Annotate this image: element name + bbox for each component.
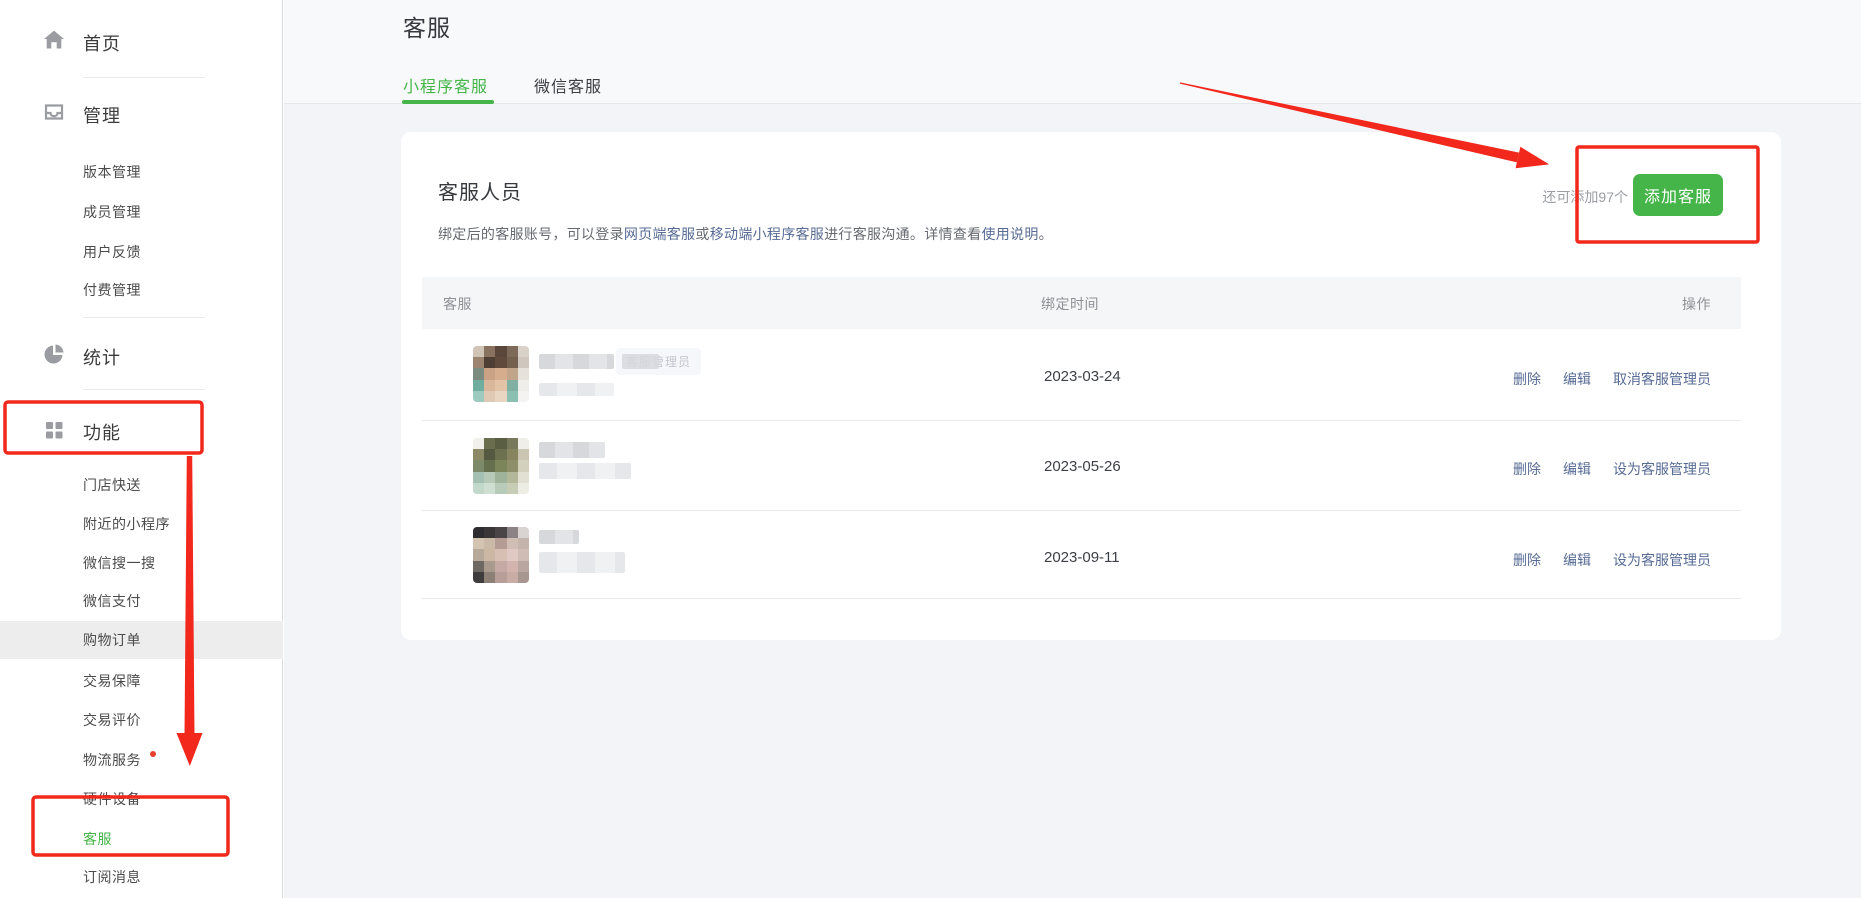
avatar — [473, 438, 529, 494]
redacted-subtext — [539, 383, 614, 396]
redacted-subtext — [539, 552, 625, 573]
delete-link[interactable]: 删除 — [1513, 550, 1541, 570]
tab-miniprogram-service[interactable]: 小程序客服 — [403, 73, 488, 97]
sidebar-item-subscribe-message[interactable]: 订阅消息 — [83, 867, 141, 887]
sidebar-item-shopping-orders[interactable]: 购物订单 — [83, 630, 141, 650]
avatar — [473, 527, 529, 583]
sidebar-item-logistics[interactable]: 物流服务 — [83, 750, 141, 770]
bind-date: 2023-09-11 — [1044, 549, 1120, 566]
row-actions: 删除 编辑 取消客服管理员 — [1513, 369, 1711, 389]
sidebar-item-stats[interactable]: 统计 — [83, 344, 121, 370]
column-header-actions: 操作 — [1682, 294, 1711, 314]
divider — [83, 77, 205, 78]
admin-badge: 客服管理员 — [616, 348, 701, 375]
redacted-name — [539, 530, 579, 544]
sidebar-item-version[interactable]: 版本管理 — [83, 162, 141, 182]
page-title: 客服 — [403, 9, 451, 43]
web-service-link[interactable]: 网页端客服 — [624, 226, 696, 242]
sidebar-highlight-band — [0, 621, 283, 659]
sidebar-item-trade-guarantee[interactable]: 交易保障 — [83, 671, 141, 691]
desc-text: 或 — [695, 226, 709, 242]
mobile-miniprogram-service-link[interactable]: 移动端小程序客服 — [710, 226, 824, 242]
active-tab-underline — [402, 100, 494, 104]
sidebar-item-members[interactable]: 成员管理 — [83, 202, 141, 222]
main-content: 客服 小程序客服 微信客服 客服人员 绑定后的客服账号，可以登录网页端客服或移动… — [284, 0, 1861, 898]
cancel-admin-link[interactable]: 取消客服管理员 — [1613, 369, 1711, 389]
bind-date: 2023-03-24 — [1044, 368, 1121, 385]
divider — [83, 317, 205, 318]
home-icon — [42, 28, 66, 52]
sidebar-item-store-delivery[interactable]: 门店快送 — [83, 475, 141, 495]
add-customer-service-button[interactable]: 添加客服 — [1633, 174, 1723, 216]
sidebar-item-customer-service[interactable]: 客服 — [83, 829, 112, 849]
row-separator — [422, 598, 1741, 599]
inbox-icon — [42, 100, 66, 124]
sidebar-item-trade-review[interactable]: 交易评价 — [83, 710, 141, 730]
page-header: 客服 小程序客服 微信客服 — [284, 0, 1861, 104]
divider — [83, 389, 205, 390]
redacted-subtext — [539, 463, 631, 479]
usage-instructions-link[interactable]: 使用说明 — [981, 226, 1038, 242]
delete-link[interactable]: 删除 — [1513, 369, 1541, 389]
edit-link[interactable]: 编辑 — [1563, 550, 1591, 570]
remaining-quota-text: 还可添加97个 — [1542, 187, 1628, 207]
desc-text: 进行客服沟通。详情查看 — [824, 226, 981, 242]
sidebar: 首页 管理 版本管理 成员管理 用户反馈 付费管理 统计 功能 门店快送 附近的… — [0, 0, 283, 898]
customer-service-panel: 客服人员 绑定后的客服账号，可以登录网页端客服或移动端小程序客服进行客服沟通。详… — [401, 132, 1781, 640]
set-admin-link[interactable]: 设为客服管理员 — [1613, 459, 1711, 479]
sidebar-item-wechat-pay[interactable]: 微信支付 — [83, 591, 141, 611]
sidebar-item-payment-manage[interactable]: 付费管理 — [83, 280, 141, 300]
sidebar-item-wechat-search[interactable]: 微信搜一搜 — [83, 553, 156, 573]
avatar — [473, 346, 529, 402]
redacted-name — [539, 354, 614, 369]
new-feature-dot — [150, 751, 156, 757]
panel-description: 绑定后的客服账号，可以登录网页端客服或移动端小程序客服进行客服沟通。详情查看使用… — [438, 224, 1053, 244]
row-separator — [422, 510, 1741, 511]
column-header-service: 客服 — [443, 294, 472, 314]
row-actions: 删除 编辑 设为客服管理员 — [1513, 459, 1711, 479]
edit-link[interactable]: 编辑 — [1563, 369, 1591, 389]
bind-date: 2023-05-26 — [1044, 458, 1121, 475]
column-header-bind-time: 绑定时间 — [1041, 294, 1099, 314]
sidebar-item-hardware[interactable]: 硬件设备 — [83, 789, 141, 809]
row-actions: 删除 编辑 设为客服管理员 — [1513, 550, 1711, 570]
desc-text: 绑定后的客服账号，可以登录 — [438, 226, 624, 242]
table-header: 客服 绑定时间 操作 — [422, 277, 1741, 329]
sidebar-item-manage[interactable]: 管理 — [83, 102, 121, 128]
delete-link[interactable]: 删除 — [1513, 459, 1541, 479]
sidebar-item-feedback[interactable]: 用户反馈 — [83, 242, 141, 262]
sidebar-item-features[interactable]: 功能 — [83, 419, 121, 445]
pie-chart-icon — [42, 342, 66, 366]
sidebar-item-nearby-miniprogram[interactable]: 附近的小程序 — [83, 514, 170, 534]
sidebar-item-home[interactable]: 首页 — [83, 30, 121, 56]
grid-icon — [42, 418, 66, 442]
row-separator — [422, 420, 1741, 421]
edit-link[interactable]: 编辑 — [1563, 459, 1591, 479]
redacted-name — [539, 442, 605, 458]
desc-text: 。 — [1039, 226, 1053, 242]
tab-wechat-service[interactable]: 微信客服 — [534, 73, 602, 97]
panel-heading: 客服人员 — [438, 176, 522, 205]
set-admin-link[interactable]: 设为客服管理员 — [1613, 550, 1711, 570]
admin-badge-label: 客服管理员 — [626, 353, 691, 370]
